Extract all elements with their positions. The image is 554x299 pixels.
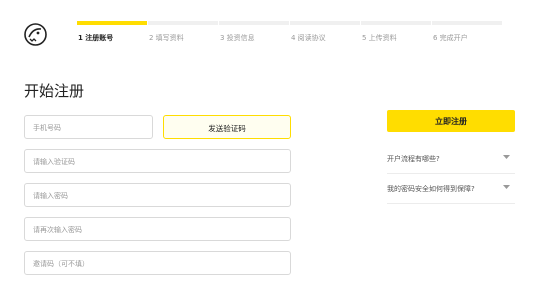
faq-divider: [387, 173, 515, 174]
progress-steps: 1 注册账号 2 填写资料 3 投资信息 4 阅读协议 5 上传资料 6 完成开…: [77, 21, 504, 51]
register-label: 立即注册: [435, 117, 467, 126]
faq-question: 我的密码安全如何得到保障?: [387, 185, 475, 193]
step-label: 1 注册账号: [78, 34, 114, 42]
step-label: 2 填写资料: [149, 34, 184, 42]
step-bar: [77, 21, 147, 25]
phone-input[interactable]: 手机号码: [24, 115, 153, 139]
step-label: 4 阅读协议: [291, 34, 326, 42]
password-input[interactable]: 请输入密码: [24, 183, 291, 207]
faq-item-password-security[interactable]: 我的密码安全如何得到保障?: [387, 175, 515, 202]
step-bar: [148, 21, 218, 25]
verification-code-placeholder: 请输入验证码: [33, 158, 75, 166]
faq-question: 开户流程有哪些?: [387, 155, 440, 163]
chevron-down-icon: [503, 185, 510, 190]
phone-placeholder: 手机号码: [33, 124, 61, 132]
verification-code-input[interactable]: 请输入验证码: [24, 149, 291, 173]
step-label: 6 完成开户: [433, 34, 468, 42]
confirm-password-placeholder: 请再次输入密码: [33, 226, 82, 234]
step-read-agreement: 4 阅读协议: [290, 21, 360, 51]
invite-code-input[interactable]: 邀请码（可不填）: [24, 251, 291, 275]
chevron-down-icon: [503, 155, 510, 160]
confirm-password-input[interactable]: 请再次输入密码: [24, 217, 291, 241]
panda-logo-icon[interactable]: [23, 22, 48, 47]
invite-code-placeholder: 邀请码（可不填）: [33, 260, 89, 268]
step-bar: [219, 21, 289, 25]
step-complete: 6 完成开户: [432, 21, 502, 51]
faq-item-process[interactable]: 开户流程有哪些?: [387, 145, 515, 172]
step-fill-info: 2 填写资料: [148, 21, 218, 51]
page-title: 开始注册: [24, 82, 85, 100]
step-upload-docs: 5 上传资料: [361, 21, 431, 51]
register-button[interactable]: 立即注册: [387, 110, 515, 132]
password-placeholder: 请输入密码: [33, 192, 68, 200]
step-register: 1 注册账号: [77, 21, 147, 51]
step-bar: [432, 21, 502, 25]
faq-divider: [387, 203, 515, 204]
step-label: 3 投资信息: [220, 34, 255, 42]
step-bar: [361, 21, 431, 25]
send-code-label: 发送验证码: [208, 124, 246, 133]
step-label: 5 上传资料: [362, 34, 397, 42]
step-investment-info: 3 投资信息: [219, 21, 289, 51]
send-code-button[interactable]: 发送验证码: [163, 115, 291, 139]
step-bar: [290, 21, 360, 25]
